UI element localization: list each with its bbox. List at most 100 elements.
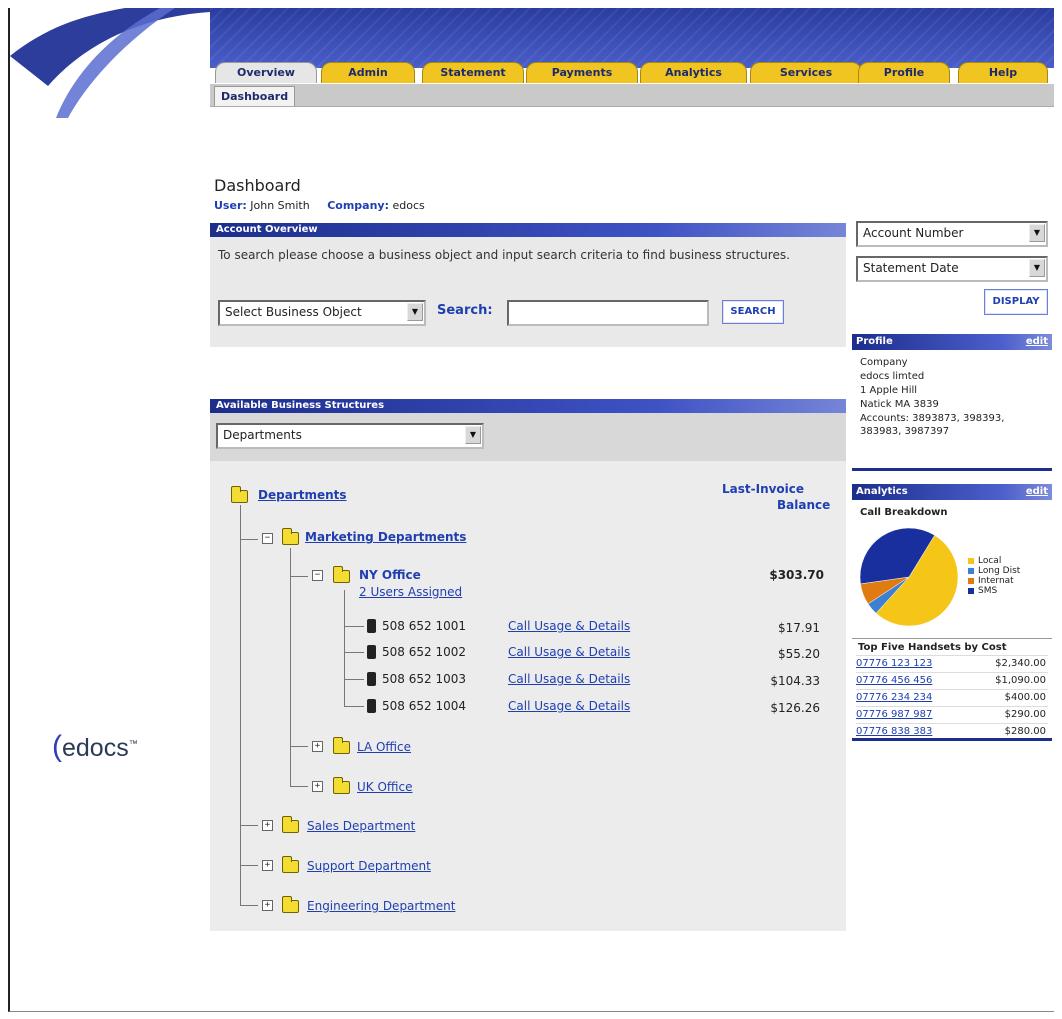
call-usage-link[interactable]: Call Usage & Details xyxy=(508,699,630,713)
chevron-down-icon: ▼ xyxy=(1029,259,1045,277)
search-button[interactable]: SEARCH xyxy=(722,300,784,324)
tree-node-uk-office[interactable]: UK Office xyxy=(357,780,413,794)
user-label: User: xyxy=(214,199,247,212)
account-number-select[interactable]: Account Number ▼ xyxy=(856,221,1048,247)
legend-item: SMS xyxy=(968,586,1020,596)
top-five-row[interactable]: 07776 234 234 $400.00 xyxy=(856,689,1048,706)
tree-line xyxy=(240,905,258,906)
folder-icon xyxy=(333,566,350,583)
business-structures-header: Available Business Structures xyxy=(210,399,846,413)
balance-header-line-2: Balance xyxy=(777,498,831,512)
collapse-icon[interactable]: − xyxy=(312,570,323,581)
tab-overview[interactable]: Overview xyxy=(215,62,317,83)
tree-line xyxy=(344,652,364,653)
expand-icon[interactable]: + xyxy=(312,741,323,752)
expand-icon[interactable]: + xyxy=(262,820,273,831)
phone-number: 508 652 1001 xyxy=(382,619,466,633)
handset-cost: $2,340.00 xyxy=(995,658,1046,669)
edocs-logo: (edocs™ xyxy=(52,730,138,764)
handset-number[interactable]: 07776 123 123 xyxy=(856,658,932,669)
ny-users-assigned-link[interactable]: 2 Users Assigned xyxy=(359,585,462,599)
pie-legend: Local Long Dist Internat SMS xyxy=(968,556,1020,596)
search-label: Search: xyxy=(437,303,493,318)
statement-date-select[interactable]: Statement Date ▼ xyxy=(856,256,1048,282)
top-five-title: Top Five Handsets by Cost xyxy=(858,642,1007,653)
call-usage-link[interactable]: Call Usage & Details xyxy=(508,672,630,686)
page-title: Dashboard xyxy=(214,176,301,195)
logo-trademark: ™ xyxy=(128,738,138,749)
folder-icon xyxy=(333,737,350,754)
chevron-down-icon: ▼ xyxy=(465,426,481,444)
profile-line: Natick MA 3839 xyxy=(860,399,939,410)
ny-office-balance: $303.70 xyxy=(769,568,824,582)
legend-label: Local xyxy=(978,556,1002,566)
handset-number[interactable]: 07776 838 383 xyxy=(856,726,932,737)
phone-number: 508 652 1003 xyxy=(382,672,466,686)
expand-icon[interactable]: + xyxy=(262,860,273,871)
legend-swatch xyxy=(968,567,974,574)
structure-type-select[interactable]: Departments ▼ xyxy=(216,423,484,449)
tree-line xyxy=(344,590,345,706)
tab-profile[interactable]: Profile xyxy=(858,62,950,83)
top-five-row[interactable]: 07776 456 456 $1,090.00 xyxy=(856,672,1048,689)
call-usage-link[interactable]: Call Usage & Details xyxy=(508,645,630,659)
top-five-row[interactable]: 07776 123 123 $2,340.00 xyxy=(856,655,1048,672)
analytics-title: Analytics xyxy=(856,486,908,497)
tree-node-sales[interactable]: Sales Department xyxy=(307,819,415,833)
legend-item: Local xyxy=(968,556,1020,566)
analytics-box: Analytics edit Call Breakdown Local Long … xyxy=(852,484,1052,741)
tree-node-marketing[interactable]: Marketing Departments xyxy=(305,530,466,544)
folder-icon xyxy=(282,528,299,545)
tree-node-support[interactable]: Support Department xyxy=(307,859,431,873)
phone-balance: $104.33 xyxy=(770,674,820,688)
phone-number: 508 652 1002 xyxy=(382,645,466,659)
divider xyxy=(852,638,1052,639)
tree-node-departments[interactable]: Departments xyxy=(258,488,347,502)
handset-number[interactable]: 07776 987 987 xyxy=(856,709,932,720)
expand-icon[interactable]: + xyxy=(262,900,273,911)
chevron-down-icon: ▼ xyxy=(1029,224,1045,242)
tree-line xyxy=(344,679,364,680)
profile-edit-link[interactable]: edit xyxy=(1026,334,1048,350)
tree-line xyxy=(290,786,308,787)
account-number-value: Account Number xyxy=(863,226,964,240)
main-tab-bar: Overview Admin Statement Payments Analyt… xyxy=(210,62,1054,84)
tab-services[interactable]: Services xyxy=(750,62,862,83)
legend-item: Internat xyxy=(968,576,1020,586)
tree-node-ny-office: NY Office xyxy=(359,568,421,582)
handset-number[interactable]: 07776 234 234 xyxy=(856,692,932,703)
phone-balance: $126.26 xyxy=(770,701,820,715)
business-object-value: Select Business Object xyxy=(225,305,362,319)
collapse-icon[interactable]: − xyxy=(262,533,273,544)
tree-line xyxy=(290,746,308,747)
handset-number[interactable]: 07776 456 456 xyxy=(856,675,932,686)
sub-tab-bar xyxy=(210,84,1054,107)
company-label: Company: xyxy=(327,199,389,212)
subtab-dashboard[interactable]: Dashboard xyxy=(214,86,296,106)
chart-title: Call Breakdown xyxy=(860,507,948,518)
tab-help[interactable]: Help xyxy=(958,62,1048,83)
tab-admin[interactable]: Admin xyxy=(321,62,415,83)
analytics-edit-link[interactable]: edit xyxy=(1026,484,1048,500)
tree-line xyxy=(240,865,258,866)
logo-swoosh-icon: ( xyxy=(52,730,62,763)
tree-line xyxy=(240,825,258,826)
search-input[interactable] xyxy=(507,300,709,326)
top-five-row[interactable]: 07776 838 383 $280.00 xyxy=(856,723,1048,740)
tab-analytics[interactable]: Analytics xyxy=(640,62,747,83)
display-button[interactable]: DISPLAY xyxy=(984,289,1048,315)
tree-node-la-office[interactable]: LA Office xyxy=(357,740,411,754)
legend-swatch xyxy=(968,577,974,584)
tree-node-engineering[interactable]: Engineering Department xyxy=(307,899,455,913)
business-object-select[interactable]: Select Business Object ▼ xyxy=(218,300,426,326)
top-five-row[interactable]: 07776 987 987 $290.00 xyxy=(856,706,1048,723)
call-usage-link[interactable]: Call Usage & Details xyxy=(508,619,630,633)
tab-statement[interactable]: Statement xyxy=(422,62,524,83)
tree-line xyxy=(240,539,258,540)
tree-line xyxy=(290,576,308,577)
statement-date-value: Statement Date xyxy=(863,261,959,275)
expand-icon[interactable]: + xyxy=(312,781,323,792)
account-overview-header: Account Overview xyxy=(210,223,846,237)
profile-line: Accounts: 3893873, 398393, 383983, 39873… xyxy=(860,413,1005,437)
tab-payments[interactable]: Payments xyxy=(526,62,638,83)
